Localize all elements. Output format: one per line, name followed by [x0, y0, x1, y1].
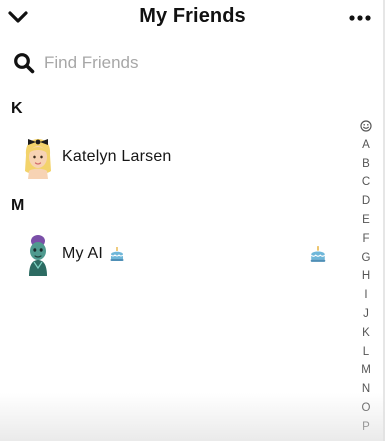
friend-row-my-ai[interactable]: My AI — [0, 229, 345, 279]
friend-name: My AI — [62, 245, 104, 262]
birthday-cake-icon — [109, 246, 125, 262]
search-icon — [12, 51, 36, 75]
more-horizontal-icon — [349, 15, 371, 21]
index-letter-n[interactable]: N — [362, 380, 370, 399]
more-options-button[interactable] — [348, 8, 372, 28]
index-letter-c[interactable]: C — [362, 173, 370, 192]
search-bar[interactable] — [10, 47, 340, 79]
index-letter-b[interactable]: B — [362, 155, 370, 174]
index-letter-p[interactable]: P — [362, 418, 370, 437]
alphabet-index[interactable]: A B C D E F G H I J K L M N O P — [356, 117, 376, 437]
bitmoji-avatar-icon — [25, 139, 51, 179]
my-ai-avatar-icon — [29, 235, 47, 276]
avatar — [20, 135, 56, 179]
index-letter-i[interactable]: I — [364, 286, 367, 305]
index-letter-f[interactable]: F — [362, 230, 369, 249]
index-letter-o[interactable]: O — [362, 399, 371, 418]
section-header-m: M — [11, 197, 25, 214]
index-letter-g[interactable]: G — [362, 249, 371, 268]
avatar — [20, 232, 56, 276]
index-letter-h[interactable]: H — [362, 267, 370, 286]
smiley-icon[interactable] — [360, 117, 372, 136]
friend-row-katelyn-larsen[interactable]: Katelyn Larsen — [0, 132, 345, 182]
bottom-fade — [0, 393, 385, 441]
index-letter-m[interactable]: M — [361, 361, 371, 380]
search-input[interactable] — [44, 53, 304, 73]
friend-name: Katelyn Larsen — [62, 148, 172, 165]
page-title: My Friends — [139, 5, 246, 27]
index-letter-k[interactable]: K — [362, 324, 370, 343]
section-header-k: K — [11, 100, 23, 117]
my-friends-screen: My Friends K — [0, 0, 385, 441]
header: My Friends — [0, 0, 385, 36]
index-letter-l[interactable]: L — [363, 343, 369, 362]
birthday-cake-icon — [309, 245, 327, 263]
index-letter-d[interactable]: D — [362, 192, 370, 211]
index-letter-a[interactable]: A — [362, 136, 370, 155]
index-letter-j[interactable]: J — [363, 305, 369, 324]
index-letter-e[interactable]: E — [362, 211, 370, 230]
